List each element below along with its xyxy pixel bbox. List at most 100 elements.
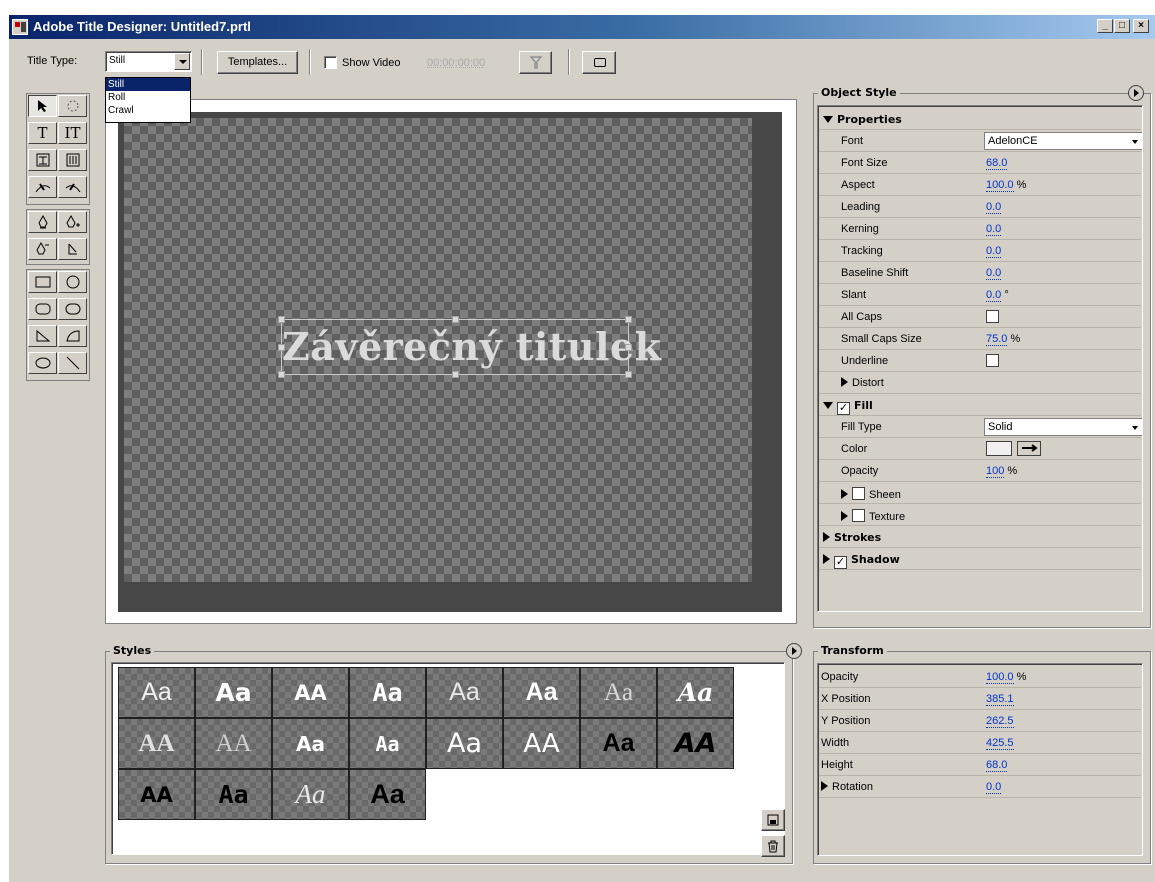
style-swatch[interactable]: Aa — [349, 667, 426, 718]
sheen-row[interactable]: Sheen — [819, 482, 1141, 504]
title-type-option-roll[interactable]: Roll — [106, 91, 190, 104]
pen-tool[interactable] — [28, 211, 57, 233]
rotation-row[interactable]: Rotation 0.0 — [819, 776, 1141, 798]
style-swatch[interactable]: Aa — [195, 769, 272, 820]
rectangle-tool[interactable] — [28, 271, 57, 293]
expand-triangle-icon[interactable] — [823, 554, 830, 564]
styles-menu-button[interactable] — [786, 643, 802, 659]
resize-handle-ml[interactable] — [278, 344, 285, 351]
texture-checkbox[interactable] — [852, 509, 865, 522]
fill-header-row[interactable]: ✓ Fill — [819, 394, 1141, 416]
height-value[interactable]: 68.0 — [986, 759, 1008, 772]
all-caps-checkbox[interactable] — [986, 310, 999, 323]
oval-tool[interactable] — [28, 352, 57, 374]
fill-type-select[interactable]: Solid — [984, 418, 1142, 436]
wedge-tool[interactable] — [28, 325, 57, 347]
convert-anchor-tool[interactable] — [58, 238, 87, 260]
slant-value[interactable]: 0.0 — [986, 289, 1002, 302]
style-swatch[interactable]: Aa — [349, 769, 426, 820]
vertical-path-type-tool[interactable] — [58, 176, 87, 198]
show-video-checkbox[interactable] — [324, 56, 337, 69]
fill-checkbox[interactable]: ✓ — [837, 402, 850, 415]
resize-handle-br[interactable] — [625, 371, 632, 378]
distort-row[interactable]: Distort — [819, 372, 1141, 394]
style-swatch[interactable]: Aa — [503, 667, 580, 718]
y-position-value[interactable]: 262.5 — [986, 715, 1014, 728]
style-swatch[interactable]: Aa — [580, 667, 657, 718]
style-swatch[interactable]: Aa — [118, 667, 195, 718]
vertical-type-tool[interactable]: IT — [58, 122, 87, 144]
path-type-tool[interactable] — [28, 176, 57, 198]
drawing-area[interactable]: Závěrečný titulek — [105, 99, 797, 624]
tracking-value[interactable]: 0.0 — [986, 245, 1002, 258]
fill-opacity-value[interactable]: 100 — [986, 465, 1005, 478]
style-swatch[interactable]: Aa — [580, 718, 657, 769]
vertical-area-type-tool[interactable] — [58, 149, 87, 171]
clipped-rectangle-tool[interactable] — [58, 298, 87, 320]
title-type-option-still[interactable]: Still — [106, 78, 190, 91]
underline-checkbox[interactable] — [986, 354, 999, 367]
collapse-triangle-icon[interactable] — [823, 402, 833, 409]
baseline-shift-value[interactable]: 0.0 — [986, 267, 1002, 280]
safe-area-button[interactable] — [582, 51, 616, 74]
expand-triangle-icon[interactable] — [823, 532, 830, 542]
font-size-value[interactable]: 68.0 — [986, 157, 1008, 170]
style-swatch[interactable]: Aa — [426, 718, 503, 769]
properties-header-row[interactable]: Properties — [819, 108, 1141, 130]
rounded-rectangle-tool[interactable] — [28, 298, 57, 320]
line-tool[interactable] — [58, 352, 87, 374]
object-style-menu-button[interactable] — [1128, 85, 1144, 101]
minimize-button[interactable]: _ — [1097, 19, 1113, 33]
transform-opacity-value[interactable]: 100.0 — [986, 671, 1014, 684]
delete-anchor-tool[interactable] — [28, 238, 57, 260]
templates-button[interactable]: Templates... — [217, 51, 298, 74]
collapse-triangle-icon[interactable] — [823, 116, 833, 123]
style-swatch[interactable]: AA — [657, 718, 734, 769]
rotation-tool[interactable] — [58, 95, 87, 117]
style-swatch[interactable]: AA — [118, 718, 195, 769]
style-swatch[interactable]: AA — [195, 718, 272, 769]
resize-handle-tc[interactable] — [452, 316, 459, 323]
kerning-value[interactable]: 0.0 — [986, 223, 1002, 236]
delete-style-button[interactable] — [761, 835, 785, 857]
aspect-value[interactable]: 100.0 — [986, 179, 1014, 192]
title-text[interactable]: Závěrečný titulek — [282, 324, 661, 369]
shadow-row[interactable]: ✓ Shadow — [819, 548, 1141, 570]
expand-triangle-icon[interactable] — [821, 781, 828, 791]
resize-handle-bc[interactable] — [452, 371, 459, 378]
style-swatch[interactable]: AA — [503, 718, 580, 769]
window-titlebar[interactable]: Adobe Title Designer: Untitled7.prtl _ □… — [9, 15, 1155, 39]
title-type-option-crawl[interactable]: Crawl — [106, 104, 190, 117]
expand-triangle-icon[interactable] — [841, 511, 848, 521]
title-type-select[interactable]: Still — [105, 51, 192, 72]
close-button[interactable]: × — [1133, 19, 1149, 33]
selection-tool[interactable] — [28, 95, 57, 117]
text-object[interactable]: Závěrečný titulek — [278, 316, 661, 378]
resize-handle-bl[interactable] — [278, 371, 285, 378]
area-type-tool[interactable] — [28, 149, 57, 171]
maximize-button[interactable]: □ — [1114, 19, 1130, 33]
style-swatch[interactable]: AA — [272, 667, 349, 718]
style-swatch[interactable]: Aa — [272, 718, 349, 769]
style-swatch[interactable]: Aa — [272, 769, 349, 820]
width-value[interactable]: 425.5 — [986, 737, 1014, 750]
resize-handle-tl[interactable] — [278, 316, 285, 323]
eyedropper-button[interactable] — [1017, 441, 1041, 456]
type-tool[interactable]: T — [28, 122, 57, 144]
small-caps-value[interactable]: 75.0 — [986, 333, 1008, 346]
expand-triangle-icon[interactable] — [841, 489, 848, 499]
add-anchor-tool[interactable] — [58, 211, 87, 233]
ellipse-tool[interactable] — [58, 271, 87, 293]
arc-tool[interactable] — [58, 325, 87, 347]
style-swatch[interactable]: Aa — [349, 718, 426, 769]
style-swatch[interactable]: Aa — [195, 667, 272, 718]
style-swatch[interactable]: Aa — [426, 667, 503, 718]
apply-style-button[interactable] — [761, 809, 785, 831]
texture-row[interactable]: Texture — [819, 504, 1141, 526]
leading-value[interactable]: 0.0 — [986, 201, 1002, 214]
expand-triangle-icon[interactable] — [841, 377, 848, 387]
rotation-value[interactable]: 0.0 — [986, 781, 1002, 794]
color-swatch[interactable] — [986, 441, 1012, 456]
style-swatch[interactable]: AA — [118, 769, 195, 820]
chevron-down-icon[interactable] — [174, 53, 190, 70]
